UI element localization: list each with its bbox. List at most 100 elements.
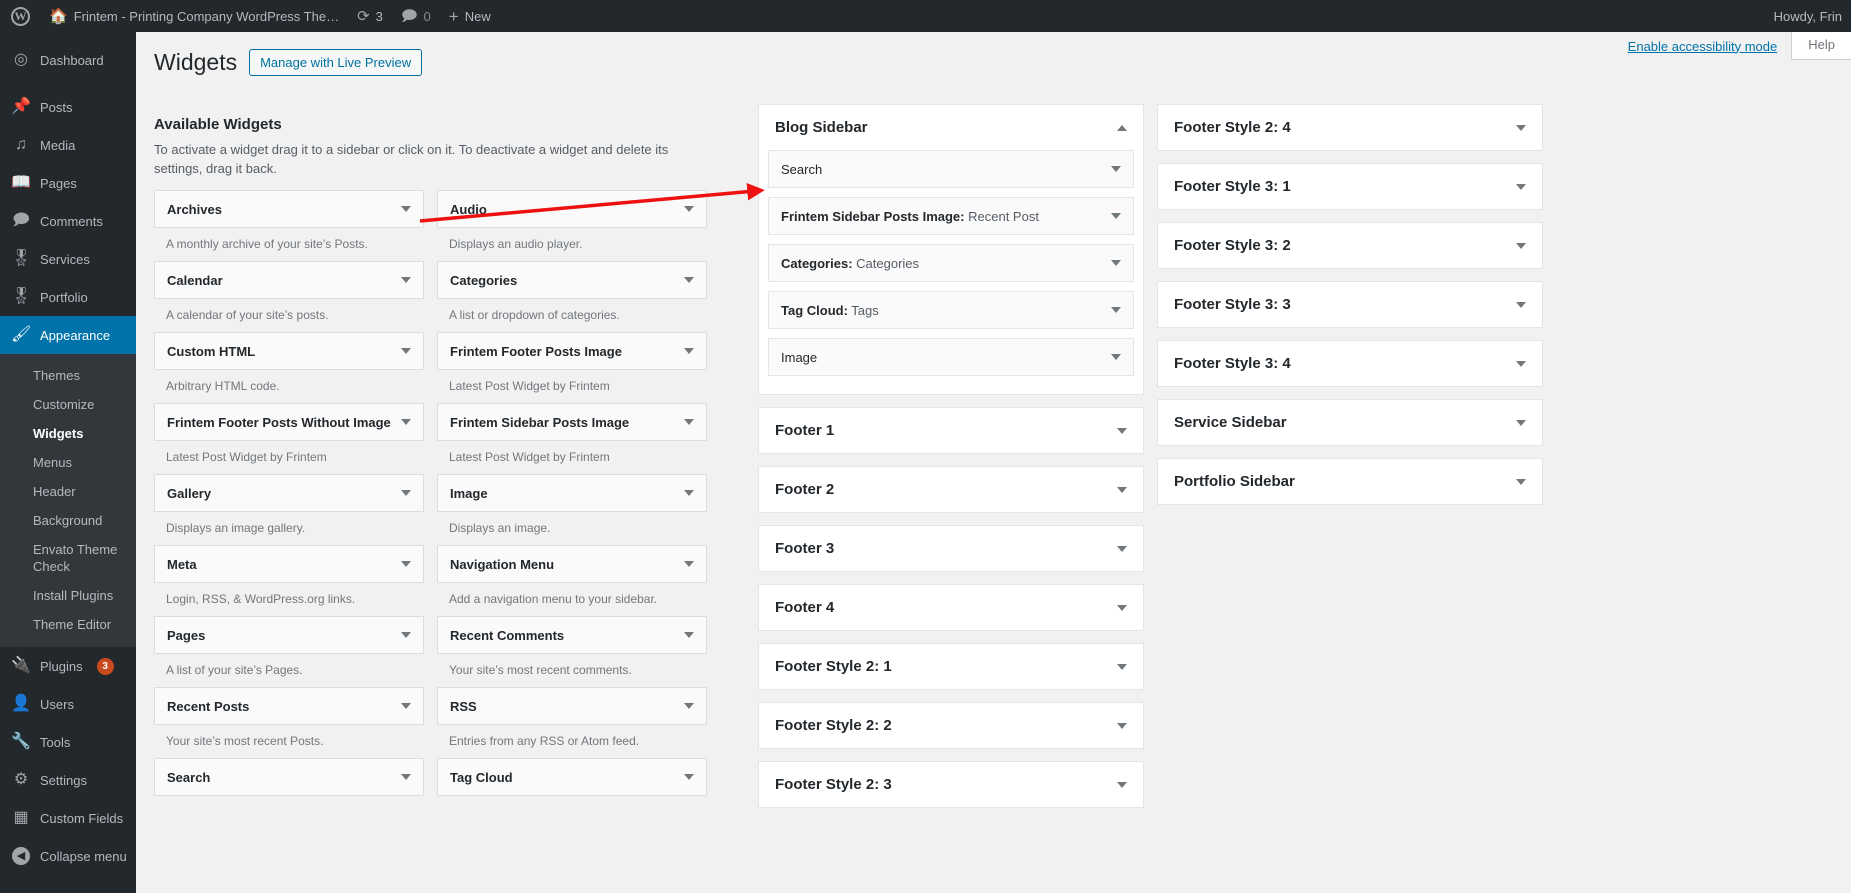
available-widget-item[interactable]: Search (154, 758, 424, 814)
sidebar-panel-header[interactable]: Footer 2 (759, 467, 1143, 512)
wp-logo-menu[interactable] (0, 0, 40, 32)
chevron-down-icon[interactable] (1516, 125, 1526, 131)
sidebar-item-media[interactable]: ♫ Media (0, 126, 136, 164)
chevron-down-icon[interactable] (1516, 184, 1526, 190)
available-widget-item[interactable]: Frintem Sidebar Posts ImageLatest Post W… (437, 403, 707, 474)
available-widget-header[interactable]: Recent Comments (437, 616, 707, 654)
chevron-down-icon[interactable] (1117, 664, 1127, 670)
sidebar-panel[interactable]: Footer Style 3: 2 (1157, 222, 1543, 269)
sidebar-panel-header[interactable]: Footer Style 3: 1 (1158, 164, 1542, 209)
available-widget-item[interactable]: RSSEntries from any RSS or Atom feed. (437, 687, 707, 758)
chevron-down-icon[interactable] (1516, 479, 1526, 485)
sidebar-panel[interactable]: Footer Style 2: 2 (758, 702, 1144, 749)
available-widget-item[interactable]: Recent PostsYour site’s most recent Post… (154, 687, 424, 758)
chevron-down-icon[interactable] (1117, 782, 1127, 788)
chevron-down-icon[interactable] (684, 703, 694, 709)
submenu-item-background[interactable]: Background (0, 506, 136, 535)
sidebar-item-posts[interactable]: 📌 Posts (0, 88, 136, 126)
available-widget-item[interactable]: Frintem Footer Posts Without ImageLatest… (154, 403, 424, 474)
assigned-widget[interactable]: Categories: Categories (768, 244, 1134, 282)
available-widget-item[interactable]: Custom HTMLArbitrary HTML code. (154, 332, 424, 403)
available-widget-header[interactable]: Recent Posts (154, 687, 424, 725)
sidebar-panel[interactable]: Footer Style 2: 4 (1157, 104, 1543, 151)
chevron-down-icon[interactable] (684, 277, 694, 283)
chevron-down-icon[interactable] (1516, 302, 1526, 308)
available-widget-item[interactable]: CalendarA calendar of your site’s posts. (154, 261, 424, 332)
sidebar-panel-header[interactable]: Footer 3 (759, 526, 1143, 571)
sidebar-panel-header[interactable]: Service Sidebar (1158, 400, 1542, 445)
submenu-item-customize[interactable]: Customize (0, 390, 136, 419)
chevron-down-icon[interactable] (401, 419, 411, 425)
chevron-down-icon[interactable] (1111, 166, 1121, 172)
sidebar-panel-header[interactable]: Footer Style 2: 1 (759, 644, 1143, 689)
submenu-item-envato-theme-check[interactable]: Envato Theme Check (0, 535, 136, 581)
sidebar-panel-header[interactable]: Footer Style 2: 2 (759, 703, 1143, 748)
sidebar-panel[interactable]: Footer 1 (758, 407, 1144, 454)
chevron-down-icon[interactable] (401, 490, 411, 496)
available-widget-item[interactable]: Recent CommentsYour site’s most recent c… (437, 616, 707, 687)
chevron-down-icon[interactable] (401, 348, 411, 354)
sidebar-item-comments[interactable]: 🗩 Comments (0, 202, 136, 240)
chevron-down-icon[interactable] (684, 348, 694, 354)
new-content-menu[interactable]: + New (440, 0, 500, 32)
available-widget-header[interactable]: Frintem Sidebar Posts Image (437, 403, 707, 441)
available-widget-item[interactable]: GalleryDisplays an image gallery. (154, 474, 424, 545)
chevron-down-icon[interactable] (1516, 361, 1526, 367)
available-widget-header[interactable]: Custom HTML (154, 332, 424, 370)
available-widget-header[interactable]: Meta (154, 545, 424, 583)
chevron-down-icon[interactable] (684, 419, 694, 425)
available-widget-item[interactable]: MetaLogin, RSS, & WordPress.org links. (154, 545, 424, 616)
available-widget-item[interactable]: AudioDisplays an audio player. (437, 190, 707, 261)
sidebar-panel[interactable]: Footer Style 2: 3 (758, 761, 1144, 808)
chevron-down-icon[interactable] (1111, 354, 1121, 360)
sidebar-panel[interactable]: Footer Style 3: 4 (1157, 340, 1543, 387)
site-name-menu[interactable]: 🏠 Frintem - Printing Company WordPress T… (40, 0, 348, 32)
chevron-down-icon[interactable] (1516, 243, 1526, 249)
submenu-item-widgets[interactable]: Widgets (0, 419, 136, 448)
comments-menu[interactable]: 🗩 0 (392, 0, 440, 32)
chevron-down-icon[interactable] (1117, 428, 1127, 434)
enable-accessibility-mode-link[interactable]: Enable accessibility mode (1614, 39, 1792, 54)
available-widget-item[interactable]: Navigation MenuAdd a navigation menu to … (437, 545, 707, 616)
sidebar-panel[interactable]: Portfolio Sidebar (1157, 458, 1543, 505)
available-widget-header[interactable]: Frintem Footer Posts Image (437, 332, 707, 370)
available-widget-header[interactable]: Frintem Footer Posts Without Image (154, 403, 424, 441)
available-widget-item[interactable]: Frintem Footer Posts ImageLatest Post Wi… (437, 332, 707, 403)
submenu-item-install-plugins[interactable]: Install Plugins (0, 581, 136, 610)
available-widget-header[interactable]: Search (154, 758, 424, 796)
updates-menu[interactable]: ⟳ 3 (348, 0, 392, 32)
sidebar-item-tools[interactable]: 🔧 Tools (0, 723, 136, 761)
sidebar-item-services[interactable]: 🎖 Services (0, 240, 136, 278)
chevron-up-icon[interactable] (1117, 125, 1127, 131)
sidebar-panel-header[interactable]: Portfolio Sidebar (1158, 459, 1542, 504)
chevron-down-icon[interactable] (401, 632, 411, 638)
chevron-down-icon[interactable] (1117, 605, 1127, 611)
sidebar-item-users[interactable]: 👤 Users (0, 685, 136, 723)
available-widget-header[interactable]: Categories (437, 261, 707, 299)
sidebar-panel-header[interactable]: Footer Style 3: 4 (1158, 341, 1542, 386)
available-widget-header[interactable]: Audio (437, 190, 707, 228)
chevron-down-icon[interactable] (1111, 213, 1121, 219)
chevron-down-icon[interactable] (684, 632, 694, 638)
sidebar-panel-header[interactable]: Footer Style 2: 3 (759, 762, 1143, 807)
sidebar-panel[interactable]: Footer Style 2: 1 (758, 643, 1144, 690)
chevron-down-icon[interactable] (684, 206, 694, 212)
available-widget-item[interactable]: ImageDisplays an image. (437, 474, 707, 545)
sidebar-item-plugins[interactable]: 🔌 Plugins 3 (0, 647, 136, 685)
sidebar-item-appearance[interactable]: 🖌 Appearance (0, 316, 136, 354)
sidebar-item-pages[interactable]: 📖 Pages (0, 164, 136, 202)
sidebar-panel[interactable]: Footer Style 3: 1 (1157, 163, 1543, 210)
available-widget-header[interactable]: Calendar (154, 261, 424, 299)
chevron-down-icon[interactable] (1117, 487, 1127, 493)
assigned-widget[interactable]: Frintem Sidebar Posts Image: Recent Post (768, 197, 1134, 235)
sidebar-panel-header[interactable]: Footer Style 2: 4 (1158, 105, 1542, 150)
chevron-down-icon[interactable] (684, 561, 694, 567)
available-widget-item[interactable]: ArchivesA monthly archive of your site’s… (154, 190, 424, 261)
assigned-widget[interactable]: Tag Cloud: Tags (768, 291, 1134, 329)
submenu-item-header[interactable]: Header (0, 477, 136, 506)
assigned-widget[interactable]: Image (768, 338, 1134, 376)
available-widget-header[interactable]: RSS (437, 687, 707, 725)
chevron-down-icon[interactable] (1516, 420, 1526, 426)
available-widget-item[interactable]: Tag Cloud (437, 758, 707, 814)
chevron-down-icon[interactable] (401, 277, 411, 283)
